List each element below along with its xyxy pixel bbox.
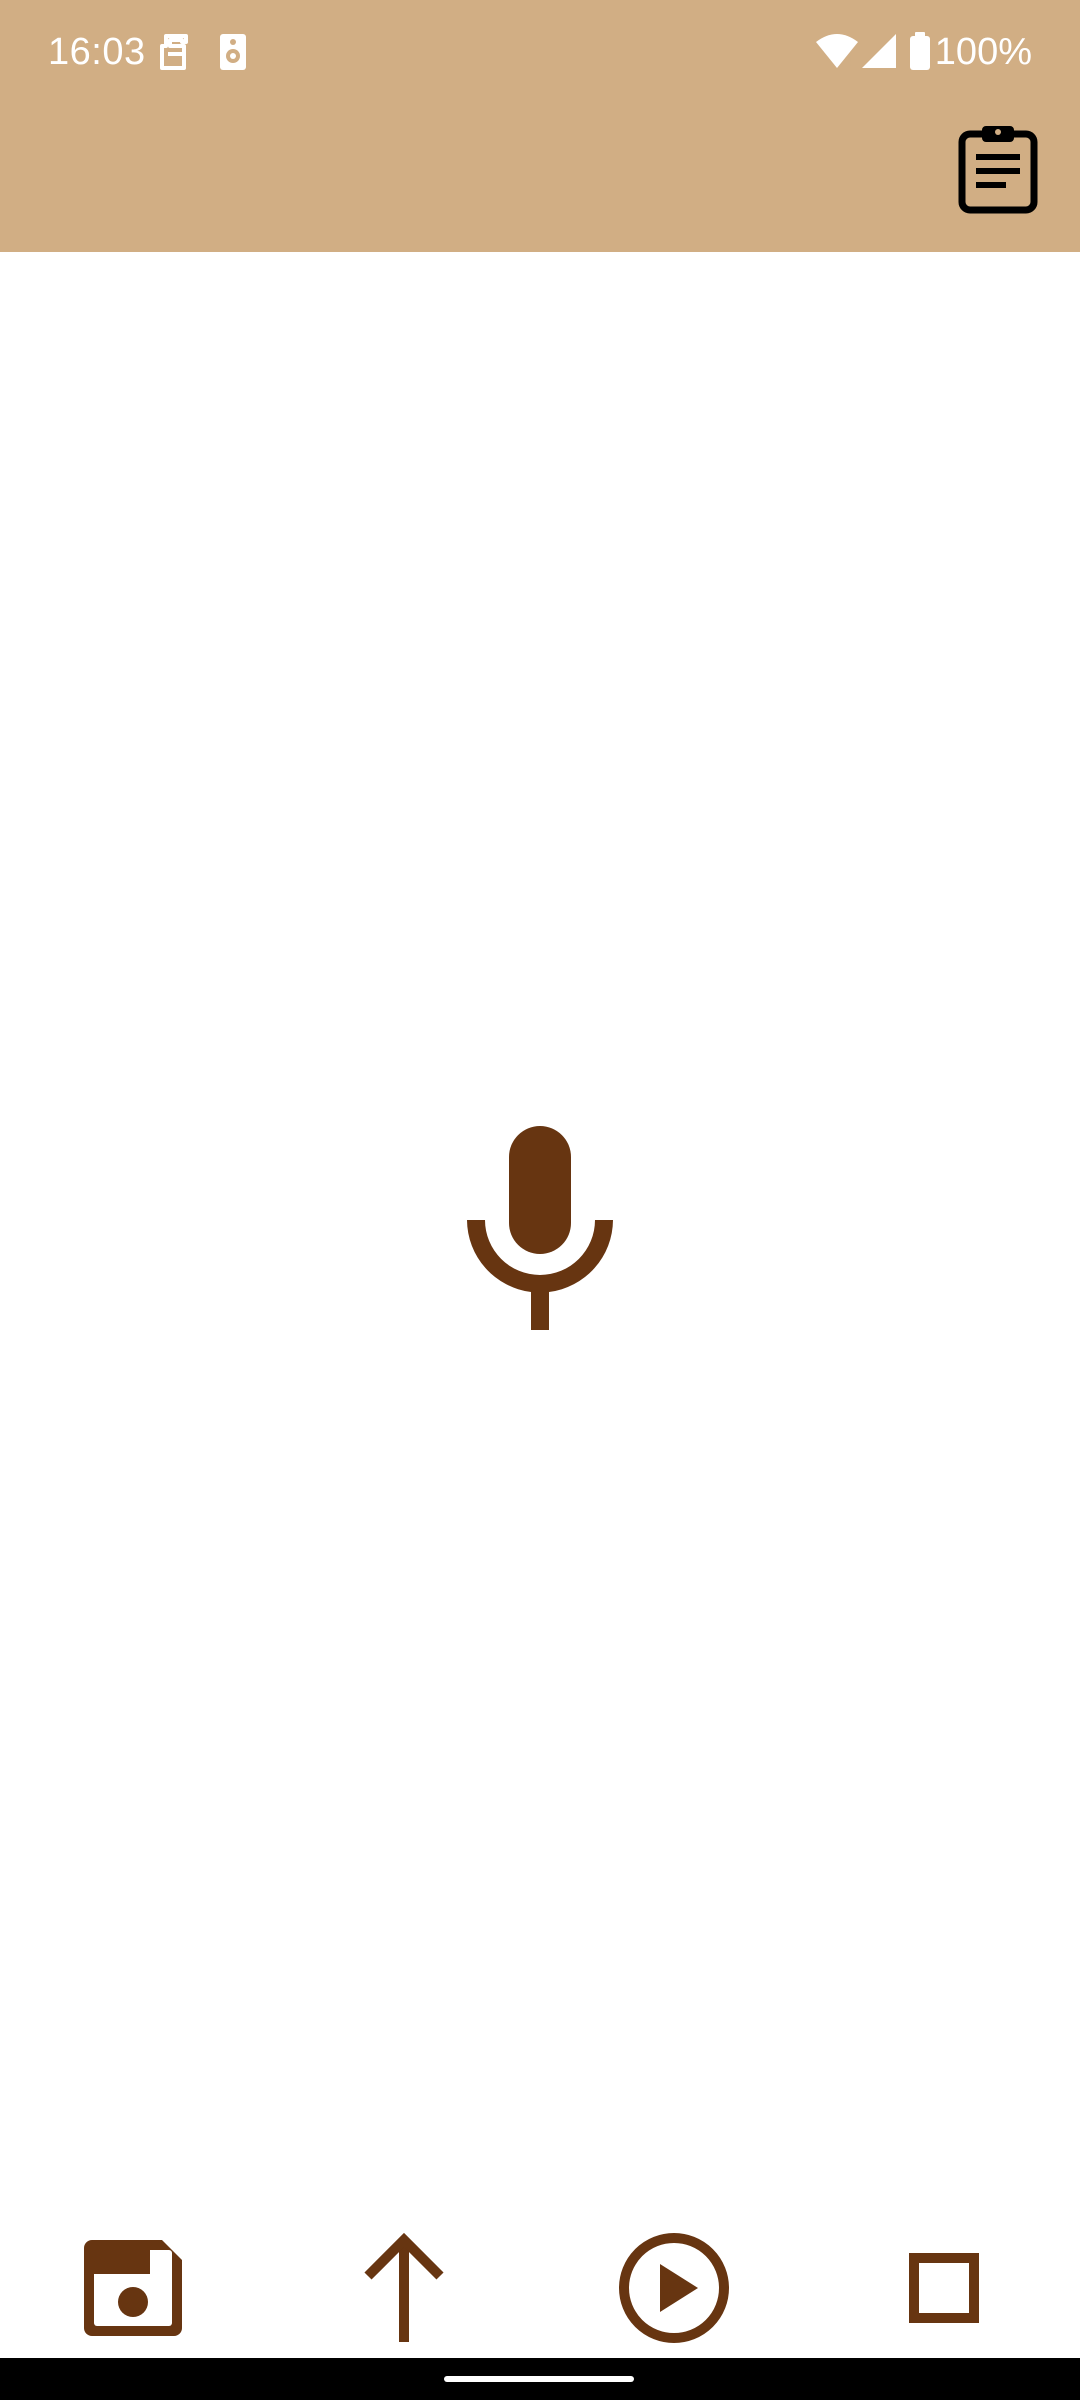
notification-icon: [160, 30, 192, 74]
save-icon: [82, 2236, 186, 2345]
bottom-toolbar: [0, 2220, 1080, 2360]
stop-icon: [908, 2252, 980, 2329]
microphone-icon: [465, 1125, 615, 1335]
wifi-icon: 4: [814, 30, 860, 74]
record-button[interactable]: [440, 1120, 640, 1340]
speaker-icon: [218, 30, 248, 74]
status-time: 16:03: [48, 31, 146, 73]
play-button[interactable]: [604, 2220, 744, 2360]
clipboard-icon: [956, 122, 1040, 219]
cellular-signal-icon: [860, 30, 898, 74]
upload-button[interactable]: [334, 2220, 474, 2360]
top-app-bar: 16:03 4 100%: [0, 0, 1080, 252]
arrow-up-icon: [364, 2232, 444, 2349]
home-gesture-handle[interactable]: [444, 2376, 634, 2382]
battery-icon: [908, 30, 932, 74]
save-button[interactable]: [64, 2220, 204, 2360]
play-icon: [618, 2232, 730, 2349]
svg-text:4: 4: [844, 53, 853, 70]
status-bar: 16:03 4 100%: [0, 0, 1080, 104]
app-screen: 16:03 4 100%: [0, 0, 1080, 2400]
stop-button[interactable]: [874, 2220, 1014, 2360]
clipboard-button[interactable]: [948, 118, 1048, 222]
battery-percent: 100%: [934, 31, 1032, 73]
navigation-bar: [0, 2358, 1080, 2400]
